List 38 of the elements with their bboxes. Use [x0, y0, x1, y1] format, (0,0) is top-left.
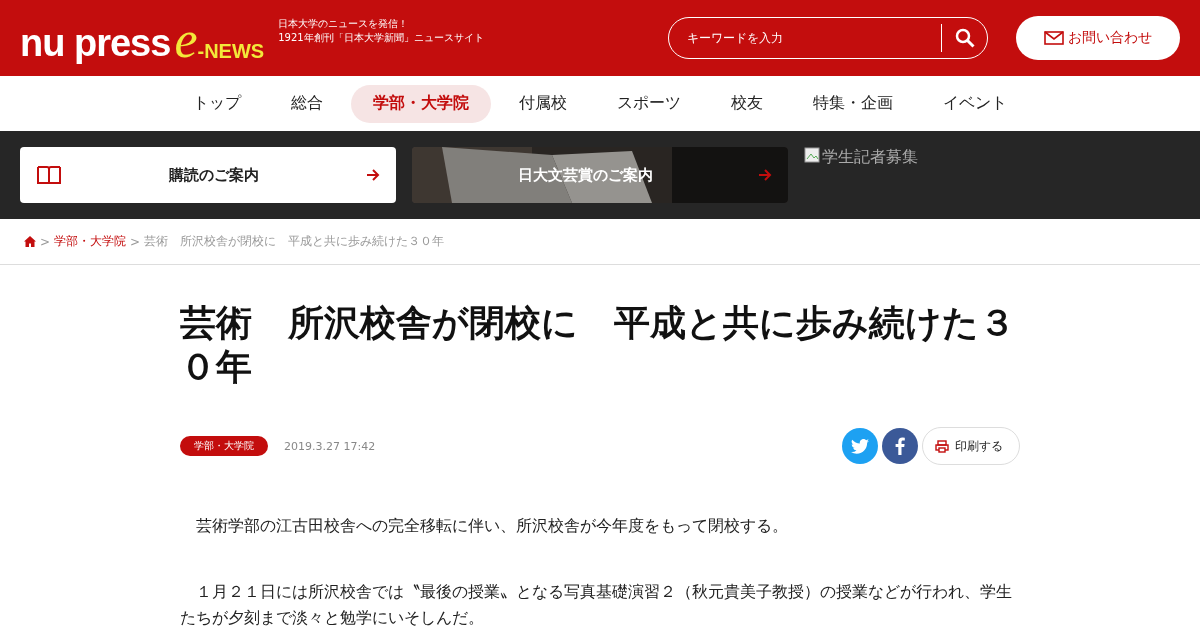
broken-image-link[interactable]: 学生記者募集: [804, 147, 918, 168]
nav-tab[interactable]: 付属校: [497, 84, 589, 123]
category-tag[interactable]: 学部・大学院: [180, 436, 268, 456]
arrow-right-icon: [758, 168, 772, 182]
arrow-right-icon: [366, 168, 380, 182]
breadcrumb-link[interactable]: 学部・大学院: [54, 233, 127, 250]
article-paragraph: 芸術学部の江古田校舎への完全移転に伴い、所沢校舎が今年度をもって閉校する。: [195, 515, 789, 537]
publish-date: 2019.3.27 17:42: [284, 439, 376, 453]
print-button[interactable]: 印刷する: [922, 427, 1020, 465]
tagline-text: 1921年創刊「日本大学新聞」ニュースサイト: [278, 31, 484, 45]
contact-button[interactable]: お問い合わせ: [1016, 16, 1180, 60]
banner-link[interactable]: 購読のご案内: [20, 147, 396, 203]
banner-link[interactable]: 日大文芸賞のご案内: [412, 147, 788, 203]
breadcrumb-current: 芸術 所沢校舎が閉校に 平成と共に歩み続けた３０年: [144, 233, 445, 250]
nav-tab[interactable]: スポーツ: [595, 84, 703, 123]
facebook-share-button[interactable]: [882, 428, 918, 464]
search-icon: [954, 28, 975, 48]
nav-tab[interactable]: イベント: [921, 84, 1029, 123]
tagline-text: 日本大学のニュースを発信！: [278, 17, 410, 31]
twitter-share-button[interactable]: [842, 428, 878, 464]
nav-tab[interactable]: トップ: [171, 84, 263, 123]
breadcrumb-separator: >: [40, 234, 51, 249]
facebook-f-icon: [895, 437, 905, 455]
nav-tab[interactable]: 校友: [709, 84, 785, 123]
article-paragraph: １月２１日には所沢校舎では〝最後の授業〟となる写真基礎演習２（秋元貴美子教授）の授業などが行われ、学生たちが夕刻まで淡々と勉学にいそしんだ。: [180, 581, 1013, 629]
home-icon[interactable]: [24, 236, 36, 247]
breadcrumb-separator: >: [130, 234, 141, 249]
bird-icon: [851, 438, 869, 454]
search-input[interactable]: キーワードを入力: [685, 30, 941, 46]
book-icon: [36, 164, 62, 186]
nav-tab[interactable]: 特集・企画: [791, 84, 915, 123]
mail-icon: [1044, 31, 1064, 45]
nav-tab[interactable]: 学部・大学院: [351, 84, 491, 123]
printer-icon: [935, 439, 949, 453]
nav-tab[interactable]: 総合: [269, 84, 345, 123]
broken-image-icon: [804, 147, 820, 163]
site-logo[interactable]: nu presse-NEWS: [20, 13, 265, 63]
article-title: 芸術 所沢校舎が閉校に 平成と共に歩み続けた３０年: [180, 301, 1016, 389]
